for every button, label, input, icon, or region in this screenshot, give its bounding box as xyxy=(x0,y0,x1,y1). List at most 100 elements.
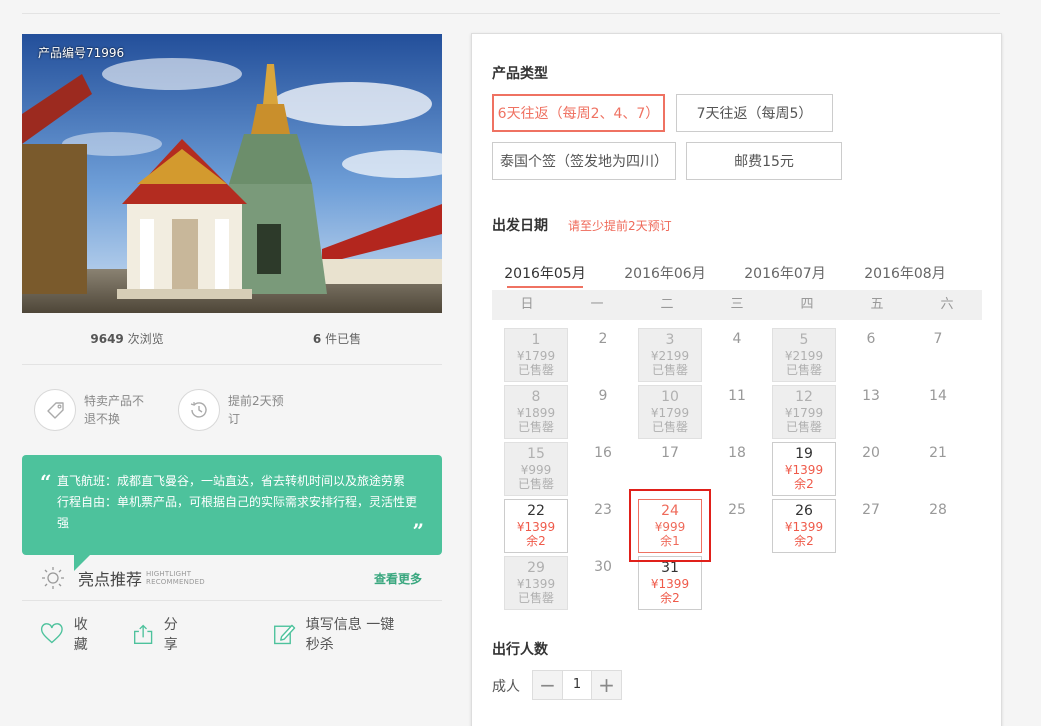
day-number: 14 xyxy=(929,388,947,404)
day-price: ¥1799 xyxy=(516,349,556,363)
calendar-day-7: 7 xyxy=(906,328,970,382)
day-number: 22 xyxy=(527,503,545,519)
adult-count[interactable]: 1 xyxy=(562,671,592,699)
calendar-day-30: 30 xyxy=(571,556,635,610)
day-number: 26 xyxy=(795,503,813,519)
day-stock: 余2 xyxy=(794,534,814,548)
weekday-tue: 二 xyxy=(660,297,674,312)
favorite-label: 收藏 xyxy=(73,617,88,653)
adult-label: 成人 xyxy=(492,679,520,695)
calendar-day-11: 11 xyxy=(705,385,769,439)
close-quote-icon: ” xyxy=(412,519,424,543)
day-stock: 余2 xyxy=(526,534,546,548)
product-actions: 收藏 分享 填写信息 一键秒杀 xyxy=(22,601,442,667)
calendar-day-22[interactable]: 22 ¥1399 余2 xyxy=(504,499,568,553)
share-button[interactable]: 分享 xyxy=(133,614,187,654)
highlight-title-row: 亮点推荐 HIGHTLIGHT RECOMMENDED 查看更多 xyxy=(22,555,442,601)
day-number: 29 xyxy=(527,560,545,576)
day-stock: 余2 xyxy=(660,591,680,605)
day-number: 1 xyxy=(531,332,541,348)
day-price: ¥1399 xyxy=(516,577,556,591)
view-more-link[interactable]: 查看更多 xyxy=(374,570,422,587)
day-number: 16 xyxy=(594,445,612,461)
highlight-subtitle-1: HIGHTLIGHT xyxy=(146,569,192,578)
tab-month-2016-08[interactable]: 2016年08月 xyxy=(845,263,965,283)
day-price: ¥2199 xyxy=(650,349,690,363)
calendar-day-2: 2 xyxy=(571,328,635,382)
product-stats: 9649 次浏览 6 件已售 xyxy=(22,313,442,365)
sold-label: 件已售 xyxy=(325,332,362,346)
highlight-quote-box: “ 直飞航班：成都直飞曼谷，一站直达，省去转机时间以及旅途劳累 行程自由：单机票… xyxy=(22,455,442,571)
sun-icon xyxy=(42,566,64,589)
day-number: 12 xyxy=(795,389,813,405)
day-price: ¥1799 xyxy=(650,406,690,420)
share-label: 分享 xyxy=(163,617,178,653)
booking-panel: 产品类型 6天往返（每周2、4、7） 7天往返（每周5） 泰国个签（签发地为四川… xyxy=(471,33,1002,726)
day-stock: 已售罄 xyxy=(785,363,822,377)
sold-stat: 6 件已售 xyxy=(232,330,442,347)
travelers-title: 出行人数 xyxy=(492,642,548,658)
option-6-day-roundtrip[interactable]: 6天往返（每周2、4、7） xyxy=(492,94,665,132)
day-number: 8 xyxy=(531,389,541,405)
day-stock: 已售罄 xyxy=(651,420,688,434)
quick-buy-label: 填写信息 一键秒杀 xyxy=(305,617,395,653)
tag-icon xyxy=(34,389,76,431)
day-price: ¥2199 xyxy=(784,349,824,363)
day-price: ¥999 xyxy=(520,463,552,477)
day-stock: 已售罄 xyxy=(517,363,554,377)
calendar-day-17: 17 xyxy=(638,442,702,496)
day-number: 5 xyxy=(799,332,809,348)
weekday-thu: 四 xyxy=(800,297,814,312)
product-left-column: 产品编号71996 9649 次浏览 6 件已售 特卖产品不退不换 提前2天预订… xyxy=(22,34,442,667)
tab-month-2016-05[interactable]: 2016年05月 xyxy=(485,263,605,283)
option-7-day-roundtrip[interactable]: 7天往返（每周5） xyxy=(676,94,833,132)
day-number: 10 xyxy=(661,389,679,405)
calendar-day-15: 15 ¥999 已售罄 xyxy=(504,442,568,496)
quick-buy-button[interactable]: 填写信息 一键秒杀 xyxy=(273,614,406,654)
calendar-day-26[interactable]: 26 ¥1399 余2 xyxy=(772,499,836,553)
product-type-title: 产品类型 xyxy=(492,66,548,82)
increment-button[interactable]: + xyxy=(592,671,621,699)
calendar-day-1: 1 ¥1799 已售罄 xyxy=(504,328,568,382)
decrement-button[interactable]: − xyxy=(533,671,562,699)
share-icon xyxy=(134,624,153,644)
weekday-header: 日 一 二 三 四 五 六 xyxy=(492,290,982,320)
weekday-mon: 一 xyxy=(590,297,604,312)
highlight-line-freedom: 行程自由：单机票产品，可根据自己的实际需求安排行程，灵活性更强 xyxy=(57,495,418,530)
option-thai-visa[interactable]: 泰国个签（签发地为四川） xyxy=(492,142,676,180)
edit-icon xyxy=(274,624,296,645)
feature-list: 特卖产品不退不换 提前2天预订 xyxy=(22,365,442,455)
highlight-line-flight: 直飞航班：成都直飞曼谷，一站直达，省去转机时间以及旅途劳累 xyxy=(57,474,406,488)
feature-no-refund: 特卖产品不退不换 xyxy=(34,389,150,431)
top-divider xyxy=(22,13,1000,14)
tab-month-2016-06[interactable]: 2016年06月 xyxy=(605,263,725,283)
day-stock: 已售罄 xyxy=(517,477,554,491)
calendar-day-6: 6 xyxy=(839,328,903,382)
highlight-subtitle-2: RECOMMENDED xyxy=(146,577,205,586)
product-photo[interactable]: 产品编号71996 xyxy=(22,34,442,313)
day-number: 25 xyxy=(728,502,746,518)
day-number: 9 xyxy=(598,388,608,404)
calendar-day-31[interactable]: 31 ¥1399 余2 xyxy=(638,556,702,610)
tab-month-2016-07[interactable]: 2016年07月 xyxy=(725,263,845,283)
active-month-underline xyxy=(507,286,583,288)
day-number: 21 xyxy=(929,445,947,461)
day-price: ¥1899 xyxy=(516,406,556,420)
option-postage[interactable]: 邮费15元 xyxy=(686,142,842,180)
day-number: 27 xyxy=(862,502,880,518)
day-number: 28 xyxy=(929,502,947,518)
favorite-button[interactable]: 收藏 xyxy=(40,614,97,654)
views-count: 9649 xyxy=(90,332,124,346)
clock-history-icon xyxy=(178,389,220,431)
calendar-day-10: 10 ¥1799 已售罄 xyxy=(638,385,702,439)
views-label: 次浏览 xyxy=(127,332,164,346)
calendar-day-5: 5 ¥2199 已售罄 xyxy=(772,328,836,382)
day-stock: 余2 xyxy=(794,477,814,491)
calendar-day-9: 9 xyxy=(571,385,635,439)
calendar-day-20: 20 xyxy=(839,442,903,496)
calendar-day-19[interactable]: 19 ¥1399 余2 xyxy=(772,442,836,496)
calendar-day-4: 4 xyxy=(705,328,769,382)
weekday-sun: 日 xyxy=(520,297,534,312)
calendar-day-25: 25 xyxy=(705,499,769,553)
departure-date-title: 出发日期 xyxy=(492,218,548,234)
